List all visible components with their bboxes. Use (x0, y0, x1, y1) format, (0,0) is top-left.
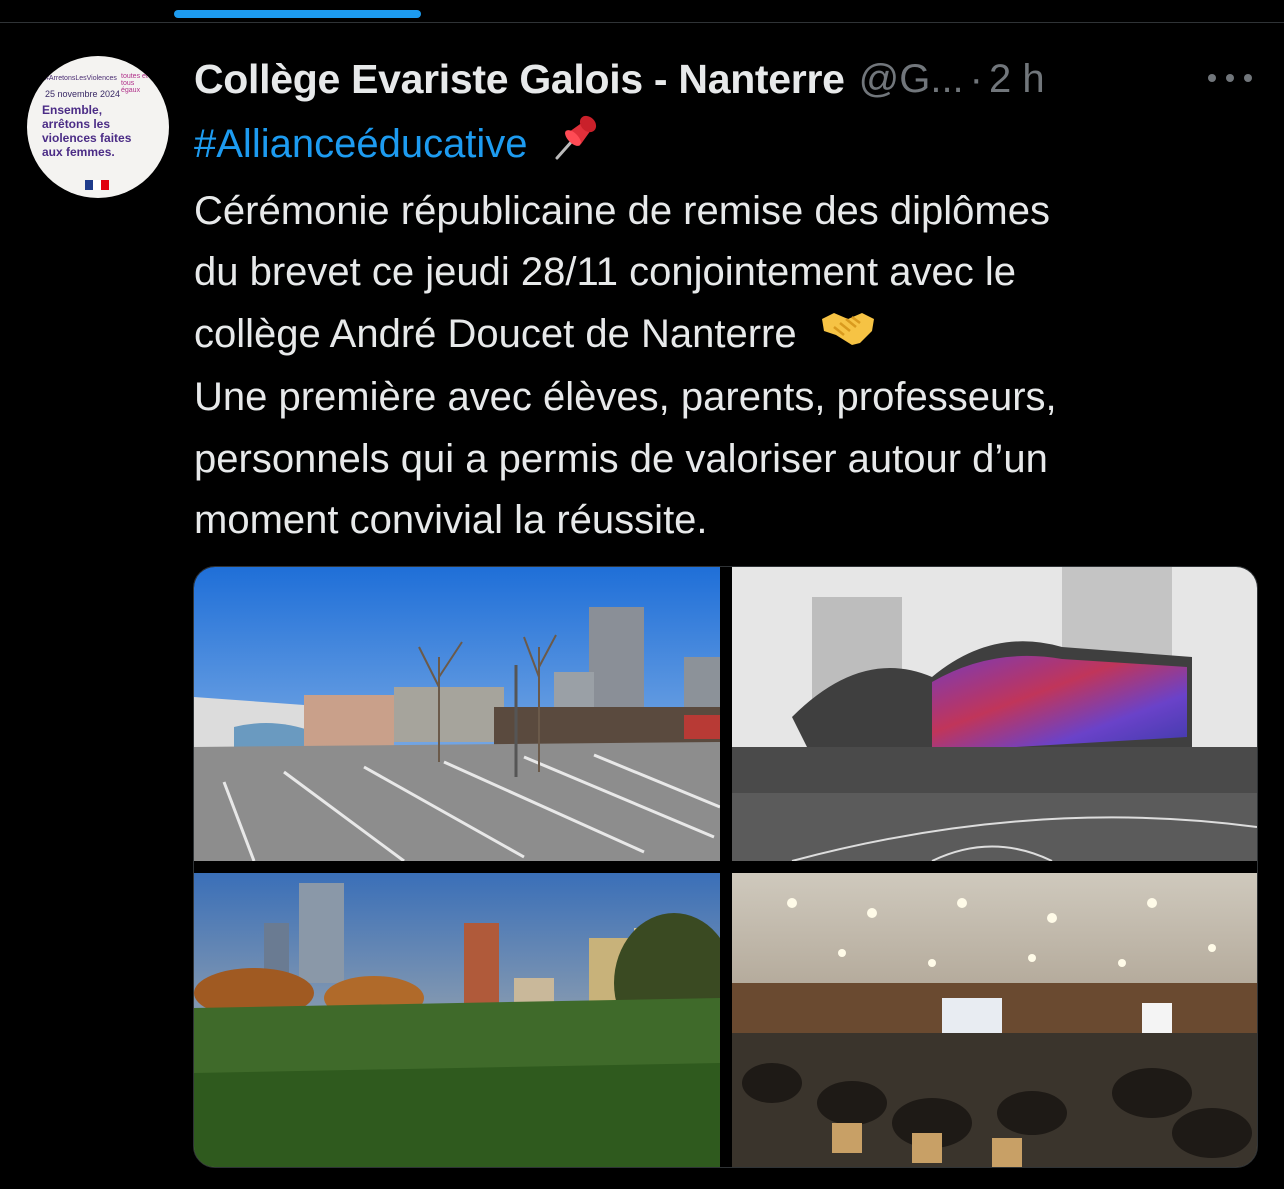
avatar-hashtag: #ArretonsLesViolences (45, 75, 117, 82)
tweet-line-4: Une première avec élèves, parents, profe… (194, 375, 1057, 420)
handshake-emoji (820, 305, 876, 368)
tweet-header: Collège Evariste Galois - Nanterre @G...… (194, 52, 1045, 106)
author-name[interactable]: Collège Evariste Galois - Nanterre (194, 56, 845, 103)
french-flag-icon (85, 180, 109, 190)
pushpin-emoji (551, 112, 601, 181)
tweet-text: #Allianceéducative Cérémonie républicain… (194, 112, 1254, 552)
tweet-line-5: personnels qui a permis de valoriser aut… (194, 436, 1048, 481)
hashtag-link[interactable]: #Allianceéducative (194, 122, 528, 166)
gymnasium-mural-photo[interactable] (732, 567, 1257, 861)
tweet-line-3: collège André Doucet de Nanterre (194, 311, 797, 356)
media-grid (193, 566, 1258, 1168)
active-tab-indicator (174, 10, 421, 18)
park-towers-photo[interactable] (194, 873, 720, 1167)
separator: · (969, 56, 983, 101)
tab-bar (0, 0, 1284, 23)
avatar[interactable]: #ArretonsLesViolences toutes et tous éga… (27, 56, 169, 198)
schoolyard-parking-photo[interactable] (194, 567, 720, 861)
avatar-message: Ensemble, arrêtons les violences faites … (42, 103, 132, 159)
avatar-corner-text: toutes et tous égaux (121, 73, 148, 94)
tweet-line-6: moment convivial la réussite. (194, 498, 708, 543)
timestamp[interactable]: 2 h (989, 57, 1045, 102)
tweet-line-2: du brevet ce jeudi 28/11 conjointement a… (194, 250, 1017, 294)
ceremony-hall-photo[interactable] (732, 873, 1257, 1167)
avatar-date: 25 novembre 2024 (45, 89, 121, 99)
author-handle[interactable]: @G... (859, 57, 964, 102)
tweet-line-1: Cérémonie républicaine de remise des dip… (194, 188, 1050, 233)
more-options-icon[interactable] (1208, 70, 1252, 86)
